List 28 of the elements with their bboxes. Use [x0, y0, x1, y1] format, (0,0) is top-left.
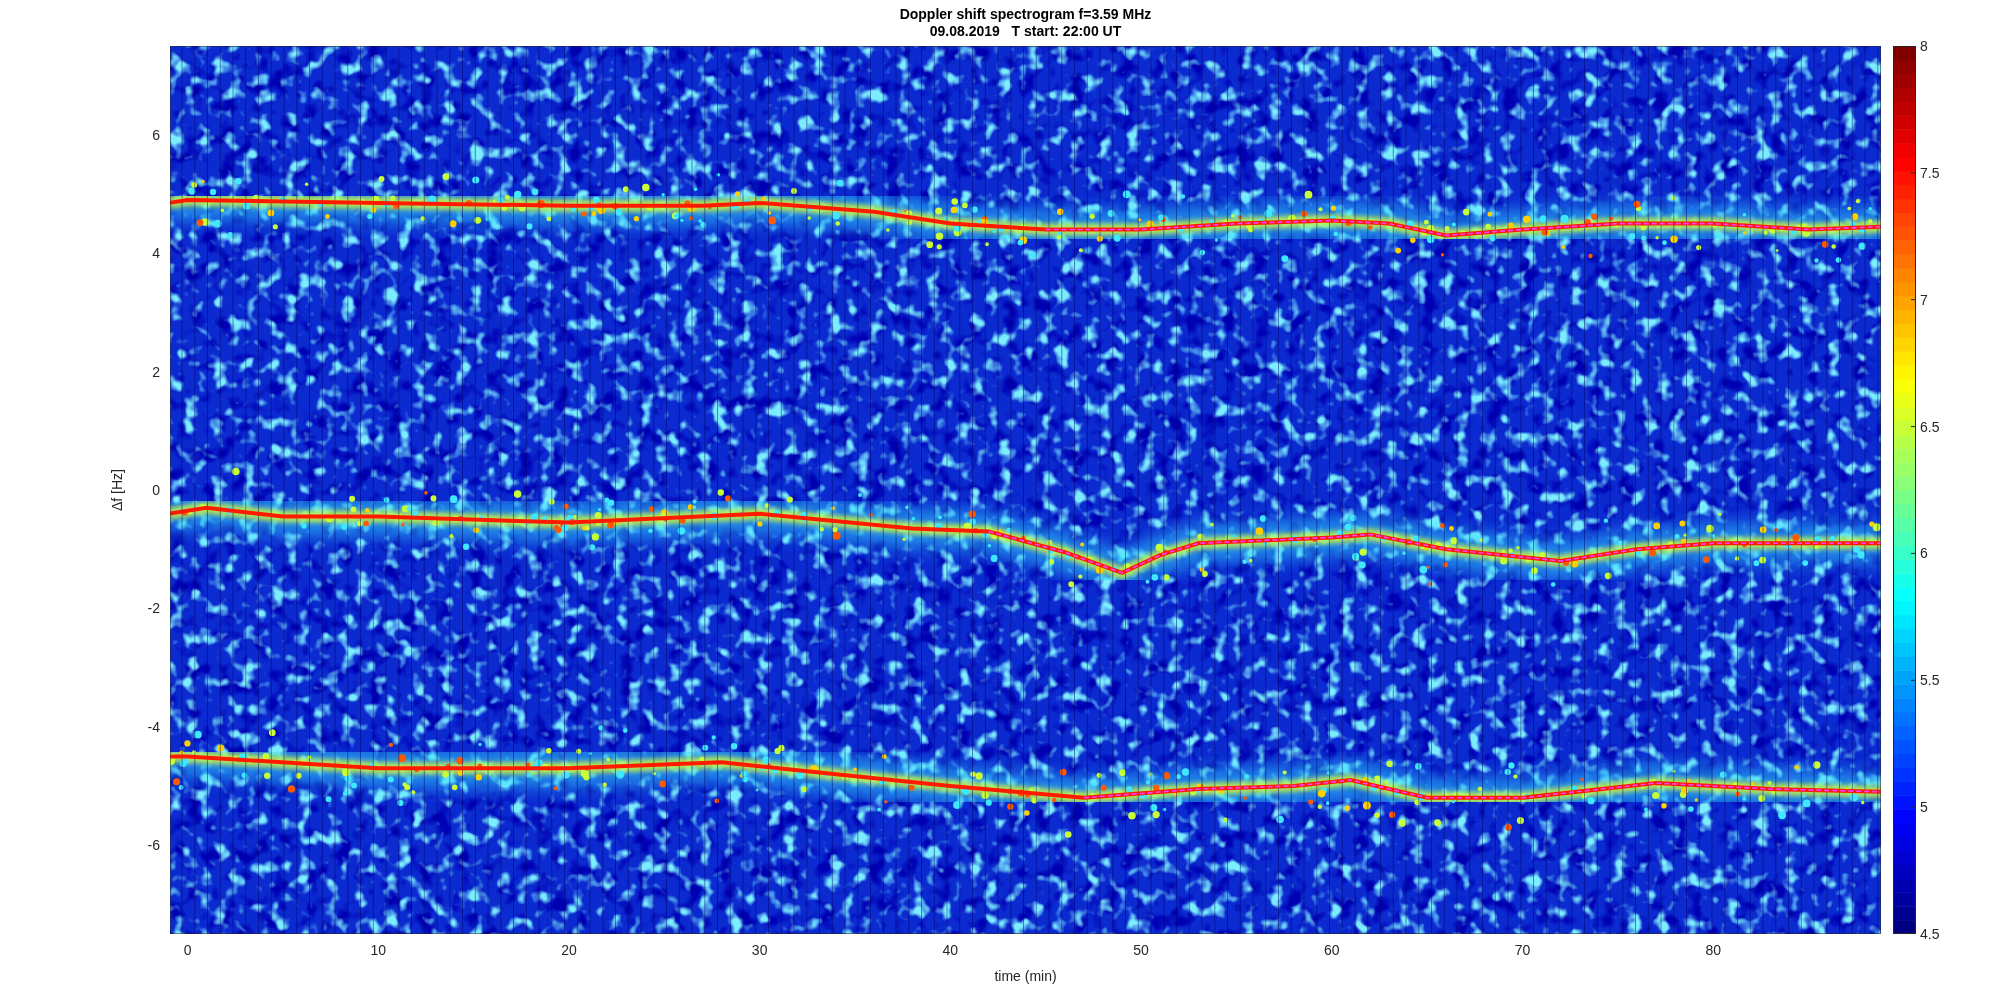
y-tick-label: -4: [147, 718, 160, 735]
colorbar-tick-label: 5.5: [1920, 672, 1940, 689]
x-tick-label: 0: [183, 942, 192, 958]
x-tick-label: 20: [561, 942, 577, 958]
colorbar-tick-label: 6: [1920, 545, 1928, 562]
colorbar-tick-label: 5: [1920, 799, 1928, 816]
x-axis-label: time (min): [994, 968, 1057, 984]
chart-subtitle: 09.08.2019 T start: 22:00 UT: [929, 23, 1122, 40]
colorbar-tick-label: 8: [1920, 38, 1928, 54]
y-tick-label: 2: [152, 363, 160, 380]
y-tick-label: -6: [147, 837, 160, 854]
x-tick-label: 50: [1133, 942, 1149, 958]
x-tick-label: 10: [370, 942, 386, 958]
chart-title: Doppler shift spectrogram f=3.59 MHz: [899, 6, 1152, 23]
y-tick-label: 0: [152, 482, 160, 498]
y-tick-label: 4: [152, 245, 160, 262]
colorbar-tick-label: 7.5: [1920, 164, 1940, 181]
y-tick-label: -2: [147, 600, 160, 617]
x-tick-label: 60: [1324, 942, 1340, 958]
x-tick-label: 70: [1514, 942, 1531, 958]
x-tick-label: 80: [1705, 942, 1721, 958]
x-tick-label: 30: [751, 942, 768, 958]
x-tick-label: 40: [942, 942, 959, 958]
colorbar-tick-label: 7: [1920, 291, 1928, 308]
y-axis-label: Δf [Hz]: [109, 469, 125, 511]
colorbar-tick-label: 6.5: [1920, 418, 1940, 435]
y-tick-label: 6: [152, 126, 160, 143]
colorbar-tick-label: 4.5: [1920, 926, 1940, 942]
